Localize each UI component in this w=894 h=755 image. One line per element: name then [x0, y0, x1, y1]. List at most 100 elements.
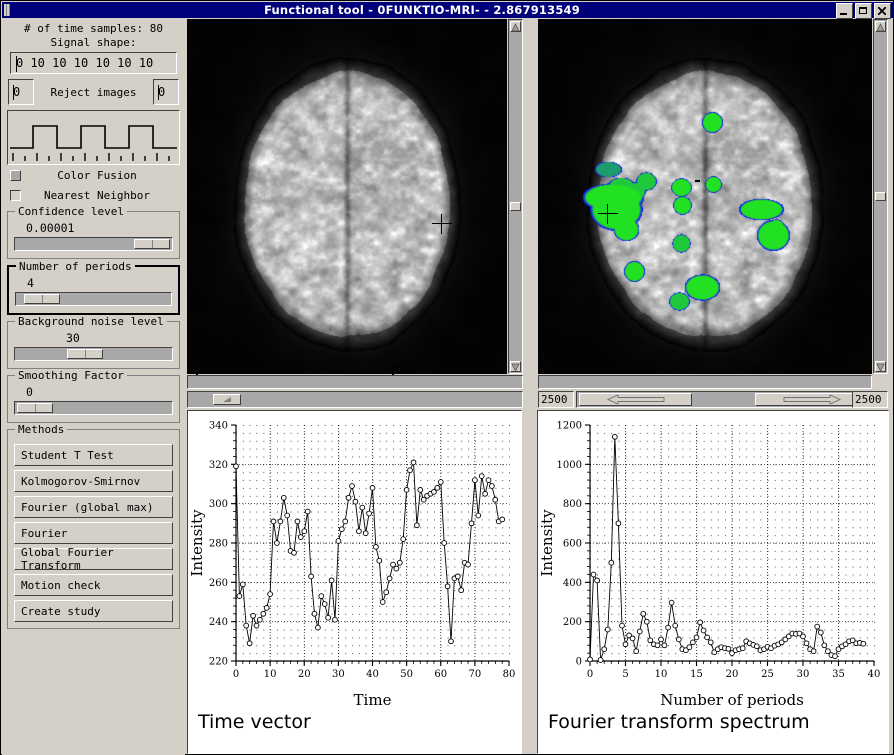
slider-thumb[interactable]	[17, 403, 53, 413]
functional-tool-window: Functional tool - 0FUNKTIO-MRI- - 2.8679…	[0, 0, 894, 755]
svg-text:Time: Time	[354, 691, 392, 709]
svg-text:70: 70	[469, 669, 482, 680]
arrow-left-icon[interactable]	[579, 393, 692, 406]
left-window-value-text: 2500	[541, 393, 568, 406]
svg-text:5: 5	[622, 669, 628, 680]
left-view-horizontal-scrollbar[interactable]	[187, 366, 523, 389]
method-label: Kolmogorov-Smirnov	[21, 474, 141, 488]
reject-left-value: 0	[13, 85, 21, 99]
method-button-motion-check[interactable]: Motion check	[14, 574, 173, 596]
method-button-kolmogorov-smirnov[interactable]: Kolmogorov-Smirnov	[14, 470, 173, 492]
fourier-spectrum-chart-pane[interactable]: 0 5 10 15 20 25 30 35 40 0 200 400 600 800 1000 1200 Num…	[537, 410, 889, 754]
right-window-value[interactable]: 2500	[852, 391, 888, 408]
smoothing-factor-value: 0	[26, 385, 33, 399]
scroll-down-icon[interactable]	[510, 361, 521, 372]
reject-images-row: 0 Reject images 0	[2, 79, 185, 105]
background-noise-label: Background noise level	[15, 315, 167, 328]
method-label: Fourier (global max)	[21, 500, 154, 514]
method-label: Create study	[21, 604, 101, 618]
svg-text:10: 10	[264, 669, 277, 680]
signal-shape-label: Signal shape:	[50, 36, 137, 49]
background-noise-group: Background noise level 30	[7, 315, 180, 369]
number-of-periods-label: Number of periods	[16, 260, 135, 273]
number-of-periods-group: Number of periods 4	[7, 260, 180, 315]
confidence-level-group: Confidence level 0.00001	[7, 205, 180, 259]
left-pane-slider[interactable]	[187, 391, 523, 408]
svg-text:280: 280	[209, 539, 228, 550]
slider-thumb[interactable]	[67, 349, 103, 359]
confidence-level-value: 0.00001	[26, 221, 75, 235]
svg-text:400: 400	[563, 578, 582, 589]
number-of-periods-value: 4	[27, 276, 34, 290]
svg-text:600: 600	[563, 539, 582, 550]
svg-text:0: 0	[587, 669, 593, 680]
method-button-create-study[interactable]: Create study	[14, 600, 173, 622]
left-view-vertical-scrollbar[interactable]	[508, 19, 523, 374]
method-label: Fourier	[21, 526, 68, 540]
anatomical-slice-view[interactable]	[187, 19, 507, 374]
time-vector-caption: Time vector	[198, 711, 311, 733]
time-vector-chart-pane[interactable]: 0 10 20 30 40 50 60 70 80 220 240 260 280 300 320 340 Ti…	[187, 410, 522, 754]
reject-images-start-input[interactable]: 0	[8, 79, 34, 105]
method-button-global-fourier-transform[interactable]: Global Fourier Transform	[14, 546, 173, 572]
nearest-neighbor-label: Nearest Neighbor	[44, 188, 150, 202]
scroll-up-icon[interactable]	[875, 21, 886, 32]
svg-text:50: 50	[400, 669, 413, 680]
right-window-value-text: 2500	[855, 393, 882, 406]
close-icon[interactable]	[874, 3, 891, 19]
right-view-horizontal-scrollbar[interactable]	[538, 375, 872, 389]
number-of-periods-slider[interactable]	[15, 292, 172, 306]
svg-text:Number of periods: Number of periods	[660, 691, 804, 709]
svg-text:800: 800	[563, 499, 582, 510]
text-caret	[13, 85, 14, 100]
square-wave-icon	[10, 125, 177, 161]
scroll-up-icon[interactable]	[510, 21, 521, 32]
text-caret	[158, 85, 159, 100]
reject-images-label: Reject images	[50, 85, 137, 99]
right-view-vertical-scrollbar[interactable]	[873, 19, 888, 374]
smoothing-factor-group: Smoothing Factor 0	[7, 369, 180, 423]
svg-text:40: 40	[366, 669, 379, 680]
method-button-fourier-global-max[interactable]: Fourier (global max)	[14, 496, 173, 518]
slider-thumb[interactable]	[213, 394, 241, 405]
svg-text:15: 15	[690, 669, 703, 680]
color-fusion-checkbox[interactable]	[10, 169, 21, 181]
method-button-student-t-test[interactable]: Student T Test	[14, 444, 173, 466]
maximize-icon[interactable]	[855, 3, 872, 19]
minimize-icon[interactable]	[836, 3, 853, 19]
nearest-neighbor-row[interactable]: Nearest Neighbor	[2, 185, 185, 205]
svg-text:35: 35	[832, 669, 845, 680]
method-label: Global Fourier Transform	[21, 546, 114, 572]
fourier-spectrum-chart: 0 5 10 15 20 25 30 35 40020040060080010001200Num…	[538, 421, 880, 710]
svg-text:220: 220	[209, 657, 228, 668]
scroll-down-icon[interactable]	[875, 361, 886, 372]
window-titlebar: Functional tool - 0FUNKTIO-MRI- - 2.8679…	[2, 2, 894, 19]
confidence-level-slider[interactable]	[14, 237, 173, 251]
methods-label: Methods	[15, 423, 68, 436]
window-level-track[interactable]	[576, 391, 871, 408]
confidence-level-label: Confidence level	[15, 205, 127, 218]
slider-thumb[interactable]	[24, 294, 60, 304]
svg-text:80: 80	[503, 669, 516, 680]
signal-shape-input[interactable]: 0 10 10 10 10 10 10	[10, 52, 177, 74]
time-samples-label: # of time samples: 80	[23, 22, 164, 35]
svg-text:30: 30	[797, 669, 810, 680]
control-panel: # of time samples: 80 Signal shape: 0 10…	[2, 18, 185, 755]
svg-text:20: 20	[726, 669, 739, 680]
scroll-thumb[interactable]	[510, 202, 521, 211]
reject-right-value: 0	[158, 85, 166, 99]
slider-thumb[interactable]	[134, 239, 170, 249]
scroll-thumb[interactable]	[875, 192, 886, 201]
svg-text:260: 260	[209, 578, 228, 589]
color-fusion-row[interactable]: Color Fusion	[2, 165, 185, 185]
signal-shape-waveform-preview[interactable]	[7, 110, 180, 165]
method-button-fourier[interactable]: Fourier	[14, 522, 173, 544]
smoothing-factor-slider[interactable]	[14, 401, 173, 415]
reject-images-end-input[interactable]: 0	[153, 79, 179, 105]
activation-overlay-view[interactable]	[538, 19, 872, 374]
left-window-value[interactable]: 2500	[538, 391, 574, 408]
nearest-neighbor-checkbox[interactable]	[10, 189, 21, 201]
method-label: Student T Test	[21, 448, 114, 462]
background-noise-slider[interactable]	[14, 347, 173, 361]
marker-tick	[695, 180, 700, 182]
